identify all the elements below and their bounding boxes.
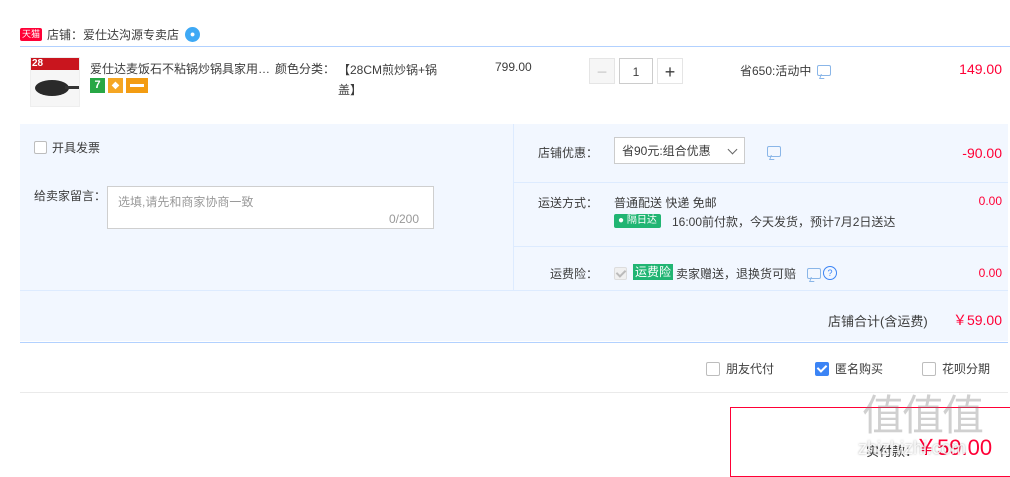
shop-discount-selected: 省90元:组合优惠	[622, 144, 711, 158]
chevron-down-icon	[727, 144, 738, 155]
shipping-method: 普通配送 快递 免邮	[614, 196, 717, 210]
huabei-option[interactable]: 花呗分期	[922, 360, 990, 377]
tmall-badge: 天猫	[20, 27, 43, 41]
sku-label: 颜色分类：	[275, 62, 336, 76]
invoice-label: 开具发票	[52, 141, 101, 155]
shop-discount-amount: -90.00	[962, 145, 1002, 161]
sku-value: 【28CM煎炒锅+锅盖】	[338, 63, 438, 97]
shipping-label: 运送方式：	[538, 196, 599, 210]
unit-price: 799.00	[495, 60, 532, 74]
shipping-detail: 16:00前付款，今天发货，预计7月2日送达	[672, 215, 896, 229]
huabei-label: 花呗分期	[942, 362, 991, 376]
invoice-checkbox[interactable]	[34, 141, 47, 154]
promotion-text: 省650:活动中	[740, 64, 812, 78]
seven-day-return-icon: 7	[90, 78, 105, 93]
watermark-logo: 值值值	[862, 391, 984, 440]
friend-pay-label: 朋友代付	[726, 362, 775, 376]
row-divider	[514, 246, 1008, 247]
shop-discount-select[interactable]: 省90元:组合优惠	[614, 137, 745, 164]
product-badges: 7 ◆	[90, 78, 148, 93]
watermark-site: zhizhizhi.com	[858, 438, 967, 458]
wangwang-chat-icon[interactable]: ●	[185, 26, 201, 42]
memo-label: 给卖家留言：	[34, 189, 107, 203]
insurance-checkbox	[614, 267, 627, 281]
decrease-quantity-button[interactable]: −	[589, 58, 615, 84]
memo-placeholder: 选填,请先和商家协商一致	[118, 195, 254, 209]
shipping-fee: 0.00	[978, 194, 1002, 208]
friend-pay-checkbox[interactable]	[706, 361, 720, 376]
memo-char-count: 0/200	[389, 212, 420, 226]
shop-header: 天猫 店铺：爱仕达沟源专卖店 ●	[20, 24, 201, 44]
product-title-link[interactable]: 爱仕达麦饭石不粘锅炒锅具家用…	[90, 60, 270, 77]
anonymous-label: 匿名购买	[835, 362, 884, 376]
credit-card-icon	[126, 78, 148, 93]
divider	[20, 392, 1008, 393]
shop-name-link[interactable]: 店铺：爱仕达沟源专卖店	[47, 26, 179, 43]
promotion-info: 省650:活动中	[740, 62, 832, 79]
quantity-input[interactable]: 1	[619, 58, 653, 84]
insurance-text: 卖家赠送，退换货可赔	[676, 267, 797, 281]
product-thumbnail[interactable]: 28	[30, 57, 80, 107]
next-day-badge: ● 隔日达	[614, 214, 661, 228]
divider	[20, 342, 1008, 343]
huabei-checkbox[interactable]	[922, 361, 936, 376]
shop-total-amount: ￥59.00	[952, 312, 1002, 328]
panel-divider	[513, 124, 514, 290]
insurance-checkbox-wrap	[614, 266, 627, 281]
invoice-option[interactable]: 开具发票	[34, 139, 100, 156]
divider	[20, 46, 1010, 47]
increase-quantity-button[interactable]: +	[657, 58, 683, 84]
thumb-size-label: 28	[32, 58, 44, 69]
friend-pay-option[interactable]: 朋友代付	[706, 360, 774, 377]
insurance-label: 运费险：	[550, 267, 599, 281]
shop-discount-label: 店铺优惠：	[538, 146, 599, 160]
anonymous-checkbox[interactable]	[815, 361, 829, 376]
quantity-stepper: − 1 +	[589, 58, 683, 84]
anonymous-option[interactable]: 匿名购买	[815, 360, 883, 377]
comment-icon[interactable]	[817, 65, 832, 76]
guarantee-shield-icon: ◆	[108, 78, 123, 93]
row-divider	[514, 182, 1008, 183]
shop-total-label: 店铺合计(含运费)	[828, 314, 928, 329]
insurance-icons: ?	[807, 266, 837, 280]
help-icon[interactable]: ?	[823, 266, 837, 280]
comment-icon[interactable]	[807, 267, 821, 279]
comment-icon[interactable]	[767, 146, 781, 157]
insurance-tag: 运费险	[633, 264, 674, 280]
item-subtotal: 149.00	[959, 61, 1002, 77]
insurance-amount: 0.00	[978, 266, 1002, 280]
